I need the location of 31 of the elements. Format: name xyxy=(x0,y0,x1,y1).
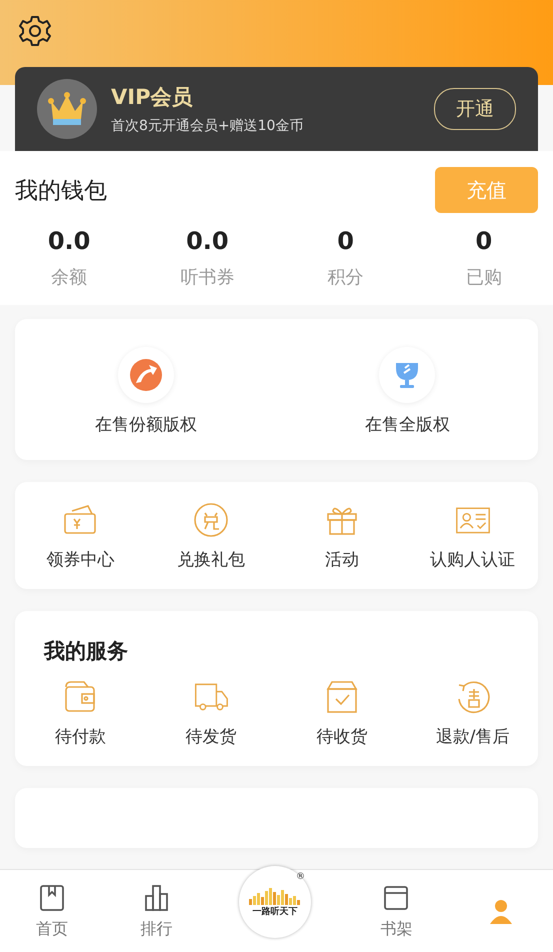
shortcut-link[interactable]: 活动 xyxy=(324,548,359,571)
arrow-badge-icon xyxy=(128,358,163,392)
settings-icon[interactable] xyxy=(17,13,53,49)
nav-tab[interactable]: 书架 xyxy=(344,870,449,952)
stat-value: 0.0 xyxy=(185,227,230,255)
stat-label: 积分 xyxy=(326,266,365,289)
exchange-icon xyxy=(193,502,230,538)
stat-label: 余额 xyxy=(50,266,88,289)
service-link[interactable]: 待付款 xyxy=(54,725,106,748)
vip-banner[interactable]: VIP会员 首次8元开通会员+赠送10金币 开通 xyxy=(15,67,538,151)
service-link[interactable]: 待收货 xyxy=(316,725,368,748)
copyright-link[interactable]: 在售份额版权 xyxy=(94,413,197,436)
copyright-link[interactable]: 在售全版权 xyxy=(364,413,450,436)
nav-tab[interactable]: 首页 xyxy=(0,870,104,952)
activate-button[interactable]: 开通 xyxy=(434,88,516,130)
service-link[interactable]: 待发货 xyxy=(186,725,237,748)
wallet-title: 我的钱包 xyxy=(15,176,107,206)
service-link[interactable]: 退款/售后 xyxy=(436,725,510,748)
shortcut-link[interactable]: 领券中心 xyxy=(46,548,114,571)
shortcut-link[interactable]: 认购人认证 xyxy=(430,548,516,571)
shortcut-link[interactable]: 兑换礼包 xyxy=(177,548,246,571)
stat-value: 0 xyxy=(474,227,494,255)
stat-value: 0 xyxy=(336,227,355,255)
nav-tab[interactable]: 排行 xyxy=(104,870,209,952)
stat-label: 已购 xyxy=(464,266,503,289)
services-title: 我的服务 xyxy=(44,638,129,665)
stat-label: 听书券 xyxy=(179,266,236,289)
vip-title: VIP会员 xyxy=(111,84,194,111)
box-check-icon xyxy=(324,679,360,715)
stat-value: 0.0 xyxy=(46,227,92,255)
vip-offer-text: 首次8元开通会员+赠送10金币 xyxy=(111,117,304,135)
